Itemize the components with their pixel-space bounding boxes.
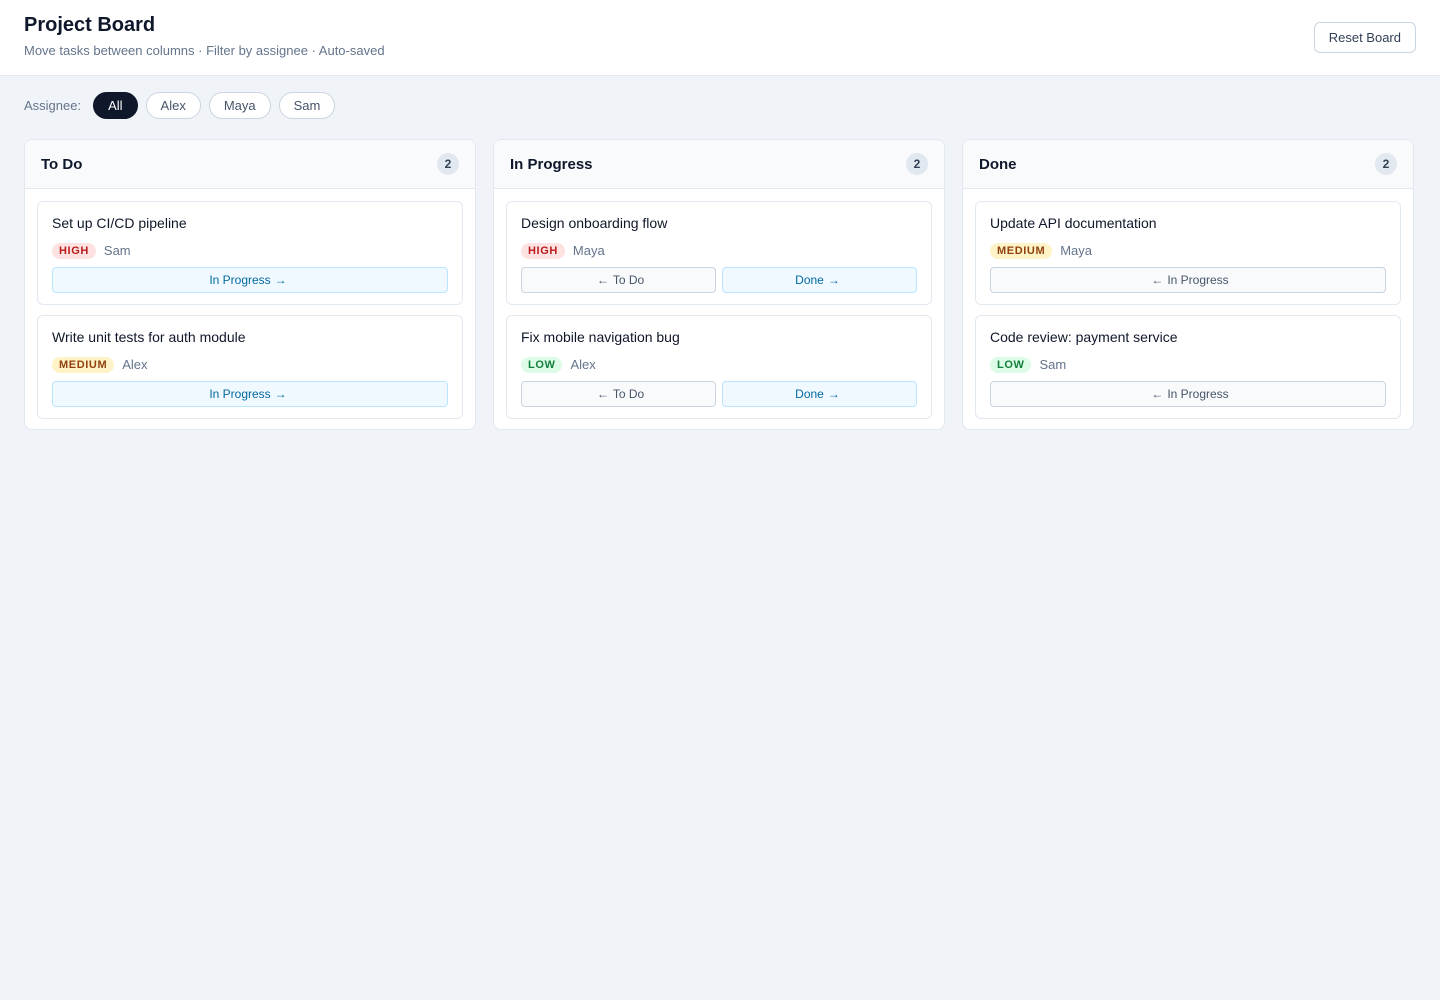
page-title: Project Board bbox=[24, 13, 156, 36]
column-todo: To Do 2 Set up CI/CD pipeline HIGH Sam I… bbox=[24, 139, 476, 430]
column-title: Done bbox=[979, 155, 1017, 173]
move-to-in-progress-button[interactable]: ← In Progress bbox=[990, 267, 1386, 293]
move-button-label: In Progress bbox=[1167, 273, 1229, 287]
arrow-right-icon: → bbox=[274, 273, 287, 287]
arrow-right-icon: → bbox=[827, 387, 840, 401]
task-card[interactable]: Set up CI/CD pipeline HIGH Sam In Progre… bbox=[37, 201, 463, 305]
assignee-filter-label: Assignee: bbox=[24, 97, 82, 113]
task-title: Update API documentation bbox=[990, 215, 1157, 231]
priority-badge: LOW bbox=[990, 356, 1032, 373]
arrow-left-icon: ← bbox=[596, 273, 609, 287]
task-assignee: Sam bbox=[103, 243, 131, 258]
priority-badge: MEDIUM bbox=[52, 356, 115, 373]
arrow-right-icon: → bbox=[827, 273, 840, 287]
column-count-badge: 2 bbox=[1375, 153, 1397, 175]
column-count-badge: 2 bbox=[437, 153, 459, 175]
column-title: To Do bbox=[41, 155, 83, 173]
priority-badge: LOW bbox=[521, 356, 563, 373]
card-list: Update API documentation MEDIUM Maya ← I… bbox=[963, 189, 1413, 419]
column-header: Done 2 bbox=[963, 140, 1413, 189]
page-subtitle: Move tasks between columns · Filter by a… bbox=[24, 42, 385, 58]
task-actions: In Progress → bbox=[52, 267, 448, 293]
move-to-done-button[interactable]: Done → bbox=[722, 381, 917, 407]
move-button-label: Done bbox=[795, 387, 824, 401]
column-count-badge: 2 bbox=[906, 153, 928, 175]
arrow-left-icon: ← bbox=[596, 387, 609, 401]
task-title: Design onboarding flow bbox=[521, 215, 668, 231]
move-to-in-progress-button[interactable]: ← In Progress bbox=[990, 381, 1386, 407]
task-assignee: Alex bbox=[570, 357, 596, 372]
card-list: Design onboarding flow HIGH Maya ← To Do… bbox=[494, 189, 944, 419]
task-title: Write unit tests for auth module bbox=[52, 329, 246, 345]
task-actions: ← In Progress bbox=[990, 381, 1386, 407]
task-assignee: Alex bbox=[122, 357, 148, 372]
header-text: Project Board Move tasks between columns… bbox=[24, 14, 385, 59]
move-to-todo-button[interactable]: ← To Do bbox=[521, 381, 716, 407]
move-to-in-progress-button[interactable]: In Progress → bbox=[52, 267, 448, 293]
task-meta: MEDIUM Alex bbox=[52, 356, 448, 373]
arrow-right-icon: → bbox=[274, 387, 287, 401]
task-title: Set up CI/CD pipeline bbox=[52, 215, 187, 231]
card-list: Set up CI/CD pipeline HIGH Sam In Progre… bbox=[25, 189, 475, 419]
task-assignee: Maya bbox=[1060, 243, 1093, 258]
move-to-todo-button[interactable]: ← To Do bbox=[521, 267, 716, 293]
assignee-filter-bar: Assignee: All Alex Maya Sam bbox=[0, 75, 1440, 135]
app-header: Project Board Move tasks between columns… bbox=[0, 0, 1440, 76]
filter-chip-maya[interactable]: Maya bbox=[208, 91, 271, 119]
move-button-label: In Progress bbox=[209, 387, 271, 401]
task-card[interactable]: Write unit tests for auth module MEDIUM … bbox=[37, 315, 463, 419]
priority-badge: HIGH bbox=[52, 242, 96, 259]
priority-badge: HIGH bbox=[521, 242, 565, 259]
task-actions: ← To Do Done → bbox=[521, 267, 917, 293]
task-assignee: Maya bbox=[572, 243, 605, 258]
task-assignee: Sam bbox=[1039, 357, 1067, 372]
move-button-label: In Progress bbox=[209, 273, 271, 287]
move-button-label: To Do bbox=[612, 273, 645, 287]
kanban-board: To Do 2 Set up CI/CD pipeline HIGH Sam I… bbox=[0, 135, 1440, 430]
arrow-left-icon: ← bbox=[1151, 273, 1164, 287]
arrow-left-icon: ← bbox=[1151, 387, 1164, 401]
task-meta: LOW Sam bbox=[990, 356, 1386, 373]
column-in-progress: In Progress 2 Design onboarding flow HIG… bbox=[493, 139, 945, 430]
filter-chip-sam[interactable]: Sam bbox=[278, 91, 336, 119]
filter-chip-alex[interactable]: Alex bbox=[145, 91, 201, 119]
move-button-label: In Progress bbox=[1167, 387, 1229, 401]
move-button-label: To Do bbox=[612, 387, 645, 401]
task-meta: HIGH Maya bbox=[521, 242, 917, 259]
task-meta: MEDIUM Maya bbox=[990, 242, 1386, 259]
filter-chip-all[interactable]: All bbox=[93, 91, 138, 119]
task-title: Code review: payment service bbox=[990, 329, 1178, 345]
task-title: Fix mobile navigation bug bbox=[521, 329, 680, 345]
task-card[interactable]: Design onboarding flow HIGH Maya ← To Do… bbox=[506, 201, 932, 305]
column-title: In Progress bbox=[510, 155, 593, 173]
task-card[interactable]: Fix mobile navigation bug LOW Alex ← To … bbox=[506, 315, 932, 419]
task-actions: ← To Do Done → bbox=[521, 381, 917, 407]
priority-badge: MEDIUM bbox=[990, 242, 1053, 259]
move-to-done-button[interactable]: Done → bbox=[722, 267, 917, 293]
column-header: In Progress 2 bbox=[494, 140, 944, 189]
move-button-label: Done bbox=[795, 273, 824, 287]
task-meta: HIGH Sam bbox=[52, 242, 448, 259]
task-actions: In Progress → bbox=[52, 381, 448, 407]
task-card[interactable]: Code review: payment service LOW Sam ← I… bbox=[975, 315, 1401, 419]
move-to-in-progress-button[interactable]: In Progress → bbox=[52, 381, 448, 407]
task-meta: LOW Alex bbox=[521, 356, 917, 373]
task-card[interactable]: Update API documentation MEDIUM Maya ← I… bbox=[975, 201, 1401, 305]
reset-board-button[interactable]: Reset Board bbox=[1313, 22, 1416, 53]
column-header: To Do 2 bbox=[25, 140, 475, 189]
column-done: Done 2 Update API documentation MEDIUM M… bbox=[962, 139, 1414, 430]
task-actions: ← In Progress bbox=[990, 267, 1386, 293]
